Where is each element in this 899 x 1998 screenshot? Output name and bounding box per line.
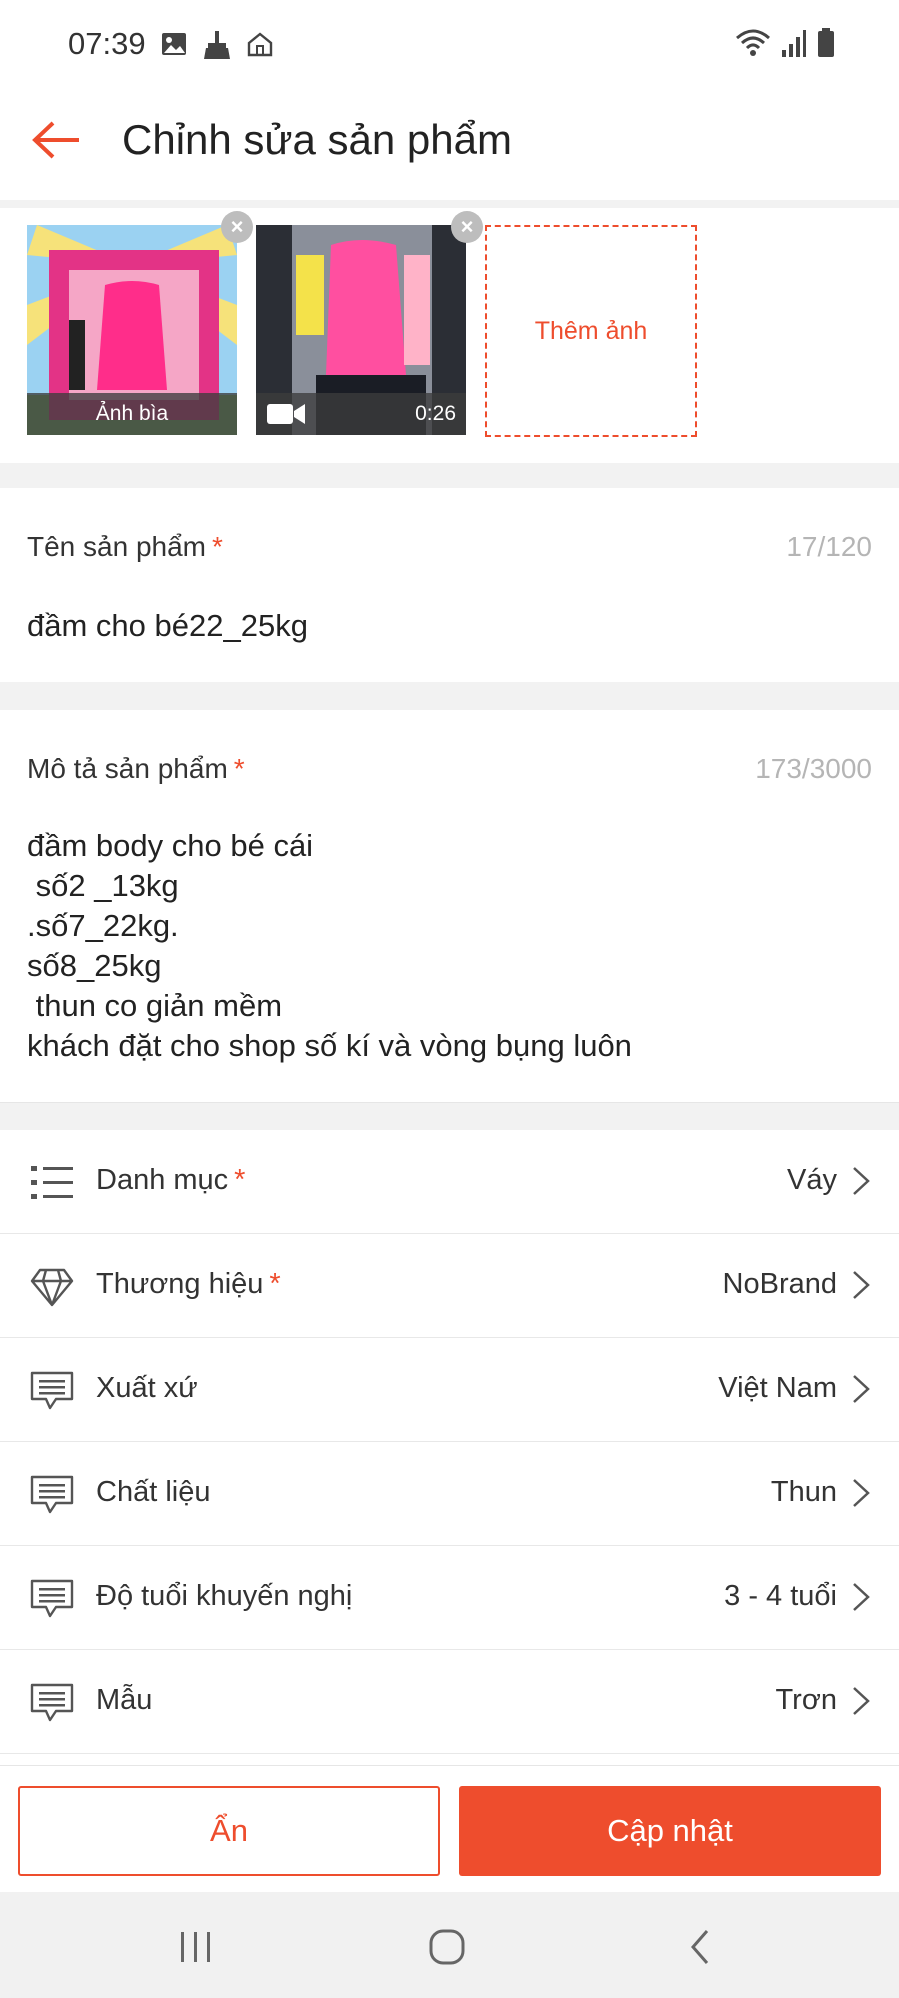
chevron-right-icon — [853, 1271, 870, 1299]
product-name-label-text: Tên sản phẩm — [27, 531, 206, 562]
attribute-label: Mẫu — [96, 1684, 152, 1717]
product-description-input[interactable]: đầm body cho bé cái số2 _13kg .số7_22kg.… — [27, 826, 632, 1066]
message-icon — [30, 1475, 74, 1514]
attribute-label: Xuất xứ — [96, 1372, 198, 1405]
attribute-value: Váy — [787, 1164, 837, 1196]
product-description-counter: 173/3000 — [755, 753, 872, 784]
product-description-label: Mô tả sản phẩm * — [27, 753, 245, 785]
attribute-label-text: Thương hiệu — [96, 1268, 264, 1300]
description-line: khách đặt cho shop số kí và vòng bụng lu… — [27, 1028, 632, 1063]
required-mark: * — [269, 1268, 281, 1300]
remove-video-button[interactable]: × — [451, 211, 483, 243]
system-nav-bar — [0, 1892, 899, 1998]
product-description-section: Mô tả sản phẩm * 173/3000 đầm body cho bé… — [0, 710, 899, 1102]
attribute-row-age[interactable]: Độ tuổi khuyến nghị 3 - 4 tuổi — [0, 1546, 899, 1650]
recent-apps-icon — [181, 1932, 210, 1962]
home-button[interactable] — [417, 1922, 477, 1972]
product-name-input[interactable]: đầm cho bé22_25kg — [27, 608, 308, 644]
gallery-icon — [162, 33, 186, 55]
status-bar: 07:39 — [0, 0, 899, 90]
product-description-label-text: Mô tả sản phẩm — [27, 753, 228, 784]
chevron-left-icon — [691, 1930, 709, 1964]
page-title: Chỉnh sửa sản phẩm — [122, 116, 512, 163]
message-icon — [30, 1371, 74, 1410]
product-name-counter: 17/120 — [786, 531, 872, 562]
attribute-label: Chất liệu — [96, 1476, 210, 1509]
divider — [0, 1102, 899, 1130]
recent-apps-button[interactable] — [166, 1922, 226, 1972]
attribute-label-text: Độ tuổi khuyến nghị — [96, 1580, 353, 1612]
remove-cover-button[interactable]: × — [221, 211, 253, 243]
status-notification-icons — [160, 30, 274, 60]
description-line: đầm body cho bé cái — [27, 828, 314, 863]
divider — [0, 682, 899, 710]
signal-icon — [782, 30, 806, 57]
product-name-section: Tên sản phẩm * 17/120 đầm cho bé22_25kg — [0, 488, 899, 682]
arrow-left-icon — [32, 121, 79, 159]
message-icon — [30, 1683, 74, 1722]
attribute-row-material[interactable]: Chất liệu Thun — [0, 1442, 899, 1546]
attribute-value: Việt Nam — [718, 1372, 837, 1404]
attribute-row-brand[interactable]: Thương hiệu * NoBrand — [0, 1234, 899, 1338]
attribute-row-category[interactable]: Danh mục * Váy — [0, 1130, 899, 1234]
required-mark: * — [233, 753, 245, 784]
hide-button[interactable]: Ẩn — [18, 1786, 440, 1876]
chevron-right-icon — [853, 1167, 870, 1195]
attribute-label-text: Mẫu — [96, 1684, 153, 1716]
description-line: thun co giản mềm — [27, 988, 283, 1023]
divider — [0, 463, 899, 488]
chevron-right-icon — [853, 1583, 870, 1611]
home-circle-icon — [429, 1929, 465, 1965]
divider — [0, 200, 899, 208]
attribute-label: Độ tuổi khuyến nghị — [96, 1580, 352, 1613]
description-line: số2 _13kg — [27, 868, 179, 903]
list-icon — [31, 1166, 73, 1199]
attribute-value: 3 - 4 tuổi — [724, 1580, 837, 1612]
video-duration: 0:26 — [415, 402, 456, 425]
video-camera-icon — [267, 404, 305, 424]
message-icon — [30, 1579, 74, 1618]
bottom-action-bar: Ẩn Cập nhật — [0, 1765, 899, 1892]
update-button[interactable]: Cập nhật — [459, 1786, 881, 1876]
description-line: số8_25kg — [27, 948, 162, 983]
chevron-right-icon — [853, 1479, 870, 1507]
required-mark: * — [234, 1164, 246, 1196]
back-button[interactable] — [28, 112, 84, 168]
required-mark: * — [212, 531, 223, 562]
close-icon: × — [460, 214, 474, 239]
attribute-row-pattern[interactable]: Mẫu Trơn — [0, 1650, 899, 1754]
attribute-label-text: Danh mục — [96, 1164, 229, 1196]
battery-icon — [818, 28, 834, 57]
back-nav-button[interactable] — [670, 1922, 730, 1972]
add-photo-label: Thêm ảnh — [534, 316, 648, 345]
product-name-label: Tên sản phẩm * — [27, 531, 223, 563]
attribute-label: Danh mục * — [96, 1164, 245, 1197]
home-icon — [247, 32, 273, 57]
status-time: 07:39 — [68, 26, 146, 61]
chevron-right-icon — [853, 1687, 870, 1715]
attribute-value: NoBrand — [722, 1268, 837, 1300]
attribute-row-origin[interactable]: Xuất xứ Việt Nam — [0, 1338, 899, 1442]
app-bar: Chỉnh sửa sản phẩm — [0, 90, 899, 200]
diamond-icon — [30, 1268, 74, 1307]
media-section: Ảnh bìa × 0:26 × Thêm ảnh — [0, 208, 899, 463]
description-line: .số7_22kg. — [27, 908, 179, 943]
status-system-icons — [735, 28, 835, 58]
chevron-right-icon — [853, 1375, 870, 1403]
attribute-value: Trơn — [775, 1684, 837, 1716]
broom-icon — [204, 31, 230, 59]
wifi-icon — [736, 29, 770, 56]
close-icon: × — [230, 214, 244, 239]
attribute-label: Thương hiệu * — [96, 1268, 281, 1301]
product-video[interactable]: 0:26 — [256, 225, 466, 435]
attribute-value: Thun — [770, 1476, 837, 1508]
cover-label: Ảnh bìa — [27, 393, 237, 435]
video-info-bar: 0:26 — [256, 393, 466, 435]
cover-photo[interactable]: Ảnh bìa — [27, 225, 237, 435]
attribute-label-text: Xuất xứ — [96, 1372, 198, 1404]
attribute-label-text: Chất liệu — [96, 1476, 211, 1508]
add-photo-button[interactable]: Thêm ảnh — [485, 225, 697, 437]
